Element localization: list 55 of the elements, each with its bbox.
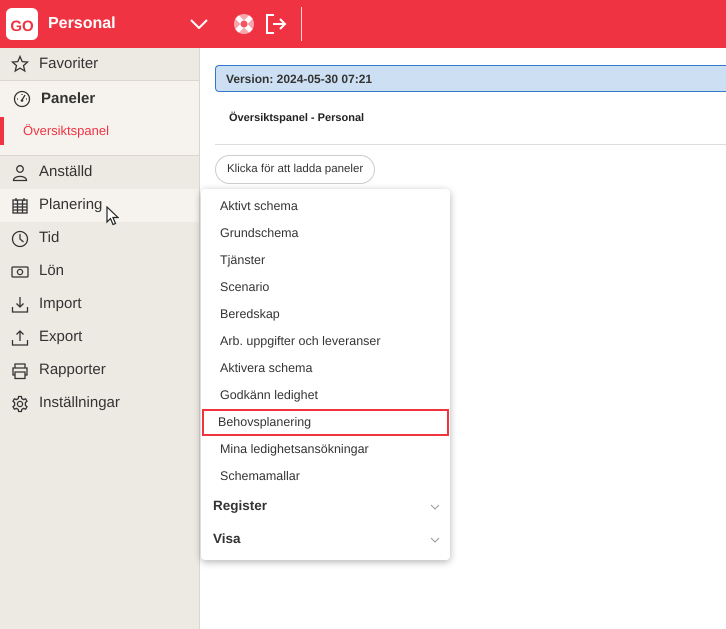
item-label: Planering [39, 195, 102, 216]
menu-item[interactable]: Scenario [202, 274, 449, 301]
chevron-down-icon [430, 536, 440, 542]
item-label: Tid [39, 228, 60, 248]
item-label: Register [213, 497, 268, 516]
download-icon [11, 296, 29, 314]
logout-icon[interactable] [264, 14, 287, 34]
item-label: Visa [213, 530, 241, 548]
lifebuoy-icon[interactable] [232, 13, 255, 35]
menu-item[interactable]: Tjänster [202, 247, 449, 274]
sidebar-item[interactable]: Rapporter [0, 354, 199, 387]
menu-item[interactable]: Arb. uppgifter och leveranser [202, 328, 449, 355]
menu-section-header[interactable]: Register [201, 490, 450, 523]
sidebar-item[interactable]: Lön [0, 255, 199, 288]
item-label: Paneler [41, 88, 96, 109]
printer-icon [11, 362, 29, 380]
item-label: Anställd [39, 162, 92, 182]
gear-icon [11, 394, 29, 412]
menu-item[interactable]: Godkänn ledighet [202, 382, 449, 409]
logo[interactable]: GO [6, 8, 38, 40]
item-label: Inställningar [39, 393, 120, 414]
sidebar-item[interactable]: Anställd [0, 156, 199, 189]
star-icon [11, 55, 29, 73]
chevron-down-icon[interactable] [190, 19, 208, 29]
calendar-icon [11, 196, 29, 214]
version-banner: Version: 2024-05-30 07:21 [215, 65, 726, 92]
upload-icon [11, 328, 29, 346]
workspace-title: Personal [48, 14, 116, 34]
menu-item[interactable]: Schemamallar [202, 463, 449, 490]
chevron-down-icon [430, 504, 440, 510]
sidebar-item[interactable]: Import [0, 288, 199, 321]
section-header[interactable]: Paneler [0, 81, 199, 117]
menu-item[interactable]: Aktivera schema [202, 355, 449, 382]
item-label: Import [39, 294, 82, 314]
item-label: Export [39, 327, 82, 348]
panel-title: Översiktspanel - Personal [229, 110, 364, 126]
menu-item[interactable]: Grundschema [202, 220, 449, 247]
item-label: Lön [39, 261, 64, 282]
menu-item[interactable]: Mina ledighetsansökningar [202, 436, 449, 463]
sidebar-subitem[interactable]: Översiktspanel [0, 117, 199, 145]
cursor-icon [106, 206, 119, 226]
item-label: Rapporter [39, 360, 106, 380]
menu-section-header[interactable]: Visa [201, 523, 450, 556]
load-panels-button[interactable]: Klicka för att ladda paneler [215, 155, 376, 184]
menu-item[interactable]: Aktivt schema [202, 193, 449, 220]
sidebar-item[interactable]: Planering [0, 189, 199, 222]
clock-icon [11, 230, 29, 248]
sidebar-item[interactable]: Inställningar [0, 387, 199, 420]
person-icon [11, 164, 29, 182]
item-label: Favoriter [39, 54, 98, 74]
sidebar-item[interactable]: Export [0, 321, 199, 354]
menu-item[interactable]: Behovsplanering [202, 409, 449, 436]
gauge-icon [13, 90, 31, 108]
menu-item[interactable]: Beredskap [202, 301, 449, 328]
sidebar-item[interactable]: Tid [0, 222, 199, 255]
